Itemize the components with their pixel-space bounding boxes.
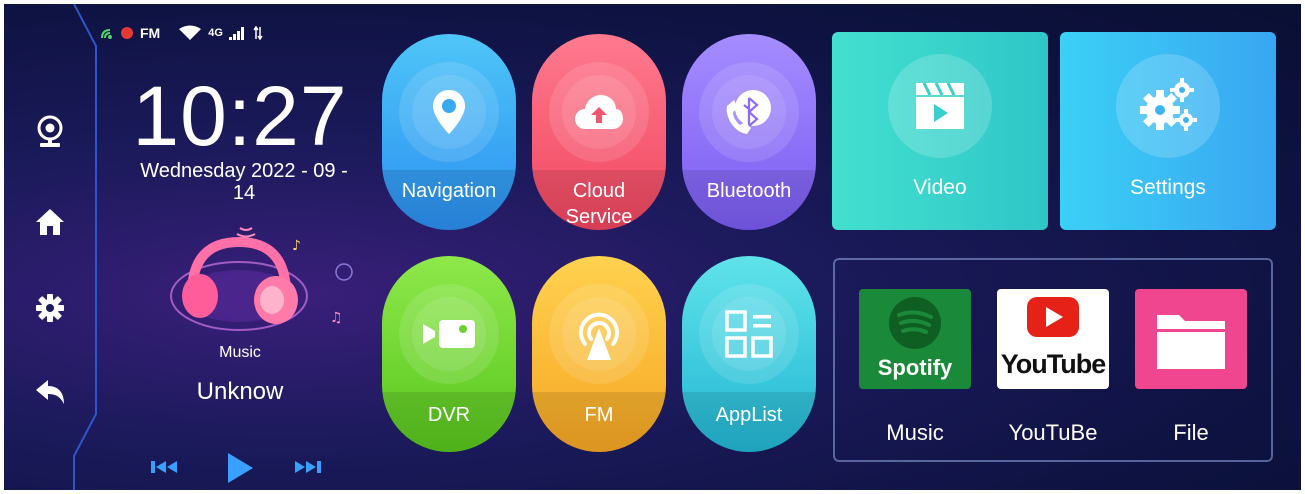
- bluetooth-phone-icon: [726, 90, 771, 134]
- youtube-app-label: YouTuBe: [1008, 420, 1098, 445]
- cloud-upload-icon: [575, 95, 623, 129]
- bluetooth-label: Bluetooth: [706, 180, 792, 202]
- icon-core: [712, 75, 786, 149]
- next-track-icon: [295, 461, 321, 473]
- applist-app-button[interactable]: AppList: [682, 256, 816, 452]
- music-track-title: Unknow: [196, 378, 284, 405]
- icon-core: [412, 75, 486, 149]
- home-icon: [36, 209, 64, 235]
- network-type: 4G: [208, 27, 223, 39]
- gear-icon: [36, 294, 64, 322]
- data-transfer-icon: [253, 26, 263, 40]
- home-button[interactable]: [32, 204, 68, 240]
- navigation-label: Navigation: [401, 180, 497, 202]
- cloud-service-label: Cloud Service: [532, 178, 666, 230]
- gears-icon: [1140, 78, 1197, 131]
- applist-label: AppList: [715, 404, 783, 426]
- back-icon: [36, 380, 64, 404]
- settings-label: Settings: [1130, 176, 1206, 199]
- fm-app-button[interactable]: FM: [532, 256, 666, 452]
- file-app-label: File: [1173, 420, 1209, 445]
- video-app-button[interactable]: Video: [832, 32, 1048, 230]
- spotify-app-button[interactable]: Spotify: [859, 289, 971, 389]
- next-track-button[interactable]: [290, 452, 326, 482]
- settings-button[interactable]: [32, 290, 68, 326]
- spotify-brand-text: Spotify: [877, 355, 953, 380]
- icon-core: [562, 75, 636, 149]
- file-app-button[interactable]: [1135, 289, 1247, 389]
- location-pin-icon: [433, 90, 465, 134]
- play-button[interactable]: [220, 448, 260, 488]
- previous-track-button[interactable]: [146, 452, 182, 482]
- sidebar: [4, 4, 100, 490]
- status-bar: FM 4G: [100, 22, 263, 44]
- date-line-1: Wednesday 2022 - 09 -: [140, 160, 348, 182]
- fm-indicator: FM: [140, 25, 161, 41]
- headphones-illustration: ♪ ♫: [170, 227, 353, 331]
- dvr-app-button[interactable]: DVR: [382, 256, 516, 452]
- folder-icon: [1157, 315, 1225, 369]
- app-grid-icon: [725, 310, 773, 358]
- radio-antenna-icon: [579, 312, 619, 360]
- play-icon: [228, 453, 253, 483]
- clock-time: 10:27: [132, 69, 348, 163]
- cloud-service-app-button[interactable]: Cloud Service: [532, 34, 666, 230]
- head-unit-screen: FM 4G 10:27 Wednesday 2022 - 09 - 14 ♪ ♫: [4, 4, 1301, 490]
- video-label: Video: [913, 176, 967, 199]
- camera-icon: [37, 115, 63, 147]
- youtube-app-button[interactable]: YouTube: [997, 289, 1109, 389]
- icon-core: [562, 297, 636, 371]
- camera-button[interactable]: [32, 114, 68, 150]
- music-app-label: Music: [886, 420, 944, 445]
- signal-bars-icon: [228, 27, 244, 40]
- settings-app-button[interactable]: Settings: [1060, 32, 1276, 230]
- icon-core: [412, 297, 486, 371]
- music-label: Music: [219, 344, 261, 361]
- back-button[interactable]: [32, 374, 68, 410]
- date-line-2: 14: [232, 182, 256, 204]
- record-dot-icon: [121, 27, 133, 39]
- bluetooth-app-button[interactable]: Bluetooth: [682, 34, 816, 230]
- video-camera-icon: [423, 320, 475, 348]
- cloud-service-label-line-2: Service: [565, 206, 633, 228]
- dvr-label: DVR: [427, 404, 471, 426]
- signal-wave-icon: [101, 29, 112, 39]
- fm-label: FM: [584, 404, 614, 426]
- app-shortcuts-panel: Spotify Music YouTube YouTuBe File: [833, 258, 1273, 462]
- clock-date: Wednesday 2022 - 09 - 14: [114, 160, 374, 204]
- icon-core: [712, 297, 786, 371]
- youtube-brand-text: YouTube: [1000, 349, 1106, 379]
- clapperboard-icon: [916, 82, 964, 129]
- navigation-app-button[interactable]: Navigation: [382, 34, 516, 230]
- svg-text:♫: ♫: [330, 310, 343, 326]
- previous-track-icon: [151, 461, 177, 473]
- svg-text:♪: ♪: [292, 238, 301, 254]
- wifi-icon: [179, 25, 202, 40]
- cloud-service-label-line-1: Cloud: [572, 180, 626, 202]
